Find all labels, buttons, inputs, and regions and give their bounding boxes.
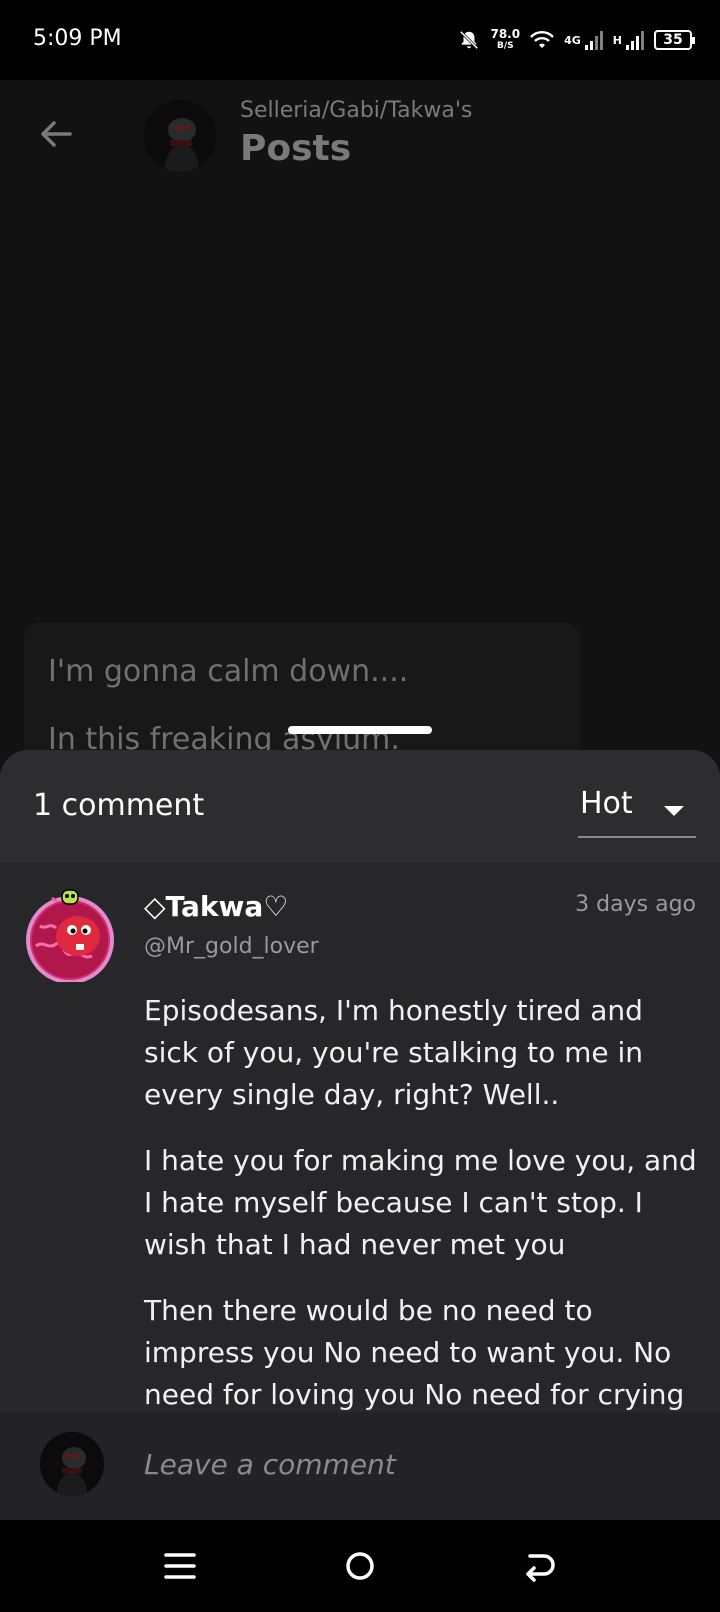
- comment-paragraph: Episodesans, I'm honestly tired and sick…: [144, 994, 644, 1111]
- comment-input-bar: Leave a comment: [0, 1412, 720, 1520]
- chevron-down-icon: [664, 806, 684, 816]
- back-arrow-icon[interactable]: [36, 114, 76, 154]
- comments-header: 1 comment Hot: [0, 750, 720, 862]
- wifi-icon: [530, 31, 554, 48]
- menu-icon[interactable]: [160, 1548, 200, 1584]
- sheet-drag-handle[interactable]: [288, 726, 432, 734]
- signal-icon: [584, 30, 603, 50]
- sort-dropdown[interactable]: Hot: [578, 776, 696, 838]
- battery-icon: 35: [654, 30, 695, 50]
- system-nav-bar: [0, 1520, 720, 1612]
- net-speed: 78.0 B/S: [490, 28, 520, 52]
- commenter-avatar[interactable]: [22, 886, 118, 984]
- mute-icon: [460, 30, 479, 50]
- status-time: 5:09 PM: [33, 26, 122, 51]
- page-title: Posts: [240, 128, 352, 169]
- header-avatar[interactable]: [144, 100, 216, 172]
- battery-level: 35: [663, 32, 683, 48]
- net-speed-value: 78.0: [490, 27, 521, 41]
- comment-paragraph: Then there would be no need to impress y…: [144, 1294, 685, 1411]
- sort-label: Hot: [580, 786, 633, 821]
- comment-count: 1 comment: [33, 788, 205, 823]
- signal-icon-2: [626, 30, 644, 50]
- header-subtitle: Selleria/Gabi/Takwa's: [240, 98, 473, 123]
- net-speed-unit: B/S: [496, 41, 514, 51]
- commenter-name[interactable]: ◇Takwa♡: [144, 890, 288, 923]
- comment-timestamp: 3 days ago: [575, 892, 696, 917]
- post-preview-line: I'm gonna calm down....: [48, 654, 409, 689]
- comment-input[interactable]: Leave a comment: [144, 1448, 396, 1481]
- commenter-handle: @Mr_gold_lover: [144, 934, 319, 959]
- comments-sheet: 1 comment Hot ◇Takwa♡ @Mr_gold_lover 3 d…: [0, 750, 720, 1520]
- net-type-4g: 4G: [564, 33, 581, 47]
- status-bar: 5:09 PM 78.0 B/S 4G H 35: [0, 0, 720, 80]
- status-icons: 78.0 B/S 4G H 35: [458, 24, 695, 56]
- back-icon[interactable]: [520, 1548, 560, 1584]
- my-avatar: [40, 1432, 104, 1496]
- net-type-h: H: [612, 33, 622, 47]
- comment-paragraph: I hate you for making me love you, and I…: [144, 1144, 697, 1261]
- home-circle-icon[interactable]: [340, 1548, 380, 1584]
- comment-body: Episodesans, I'm honestly tired and sick…: [144, 990, 704, 1440]
